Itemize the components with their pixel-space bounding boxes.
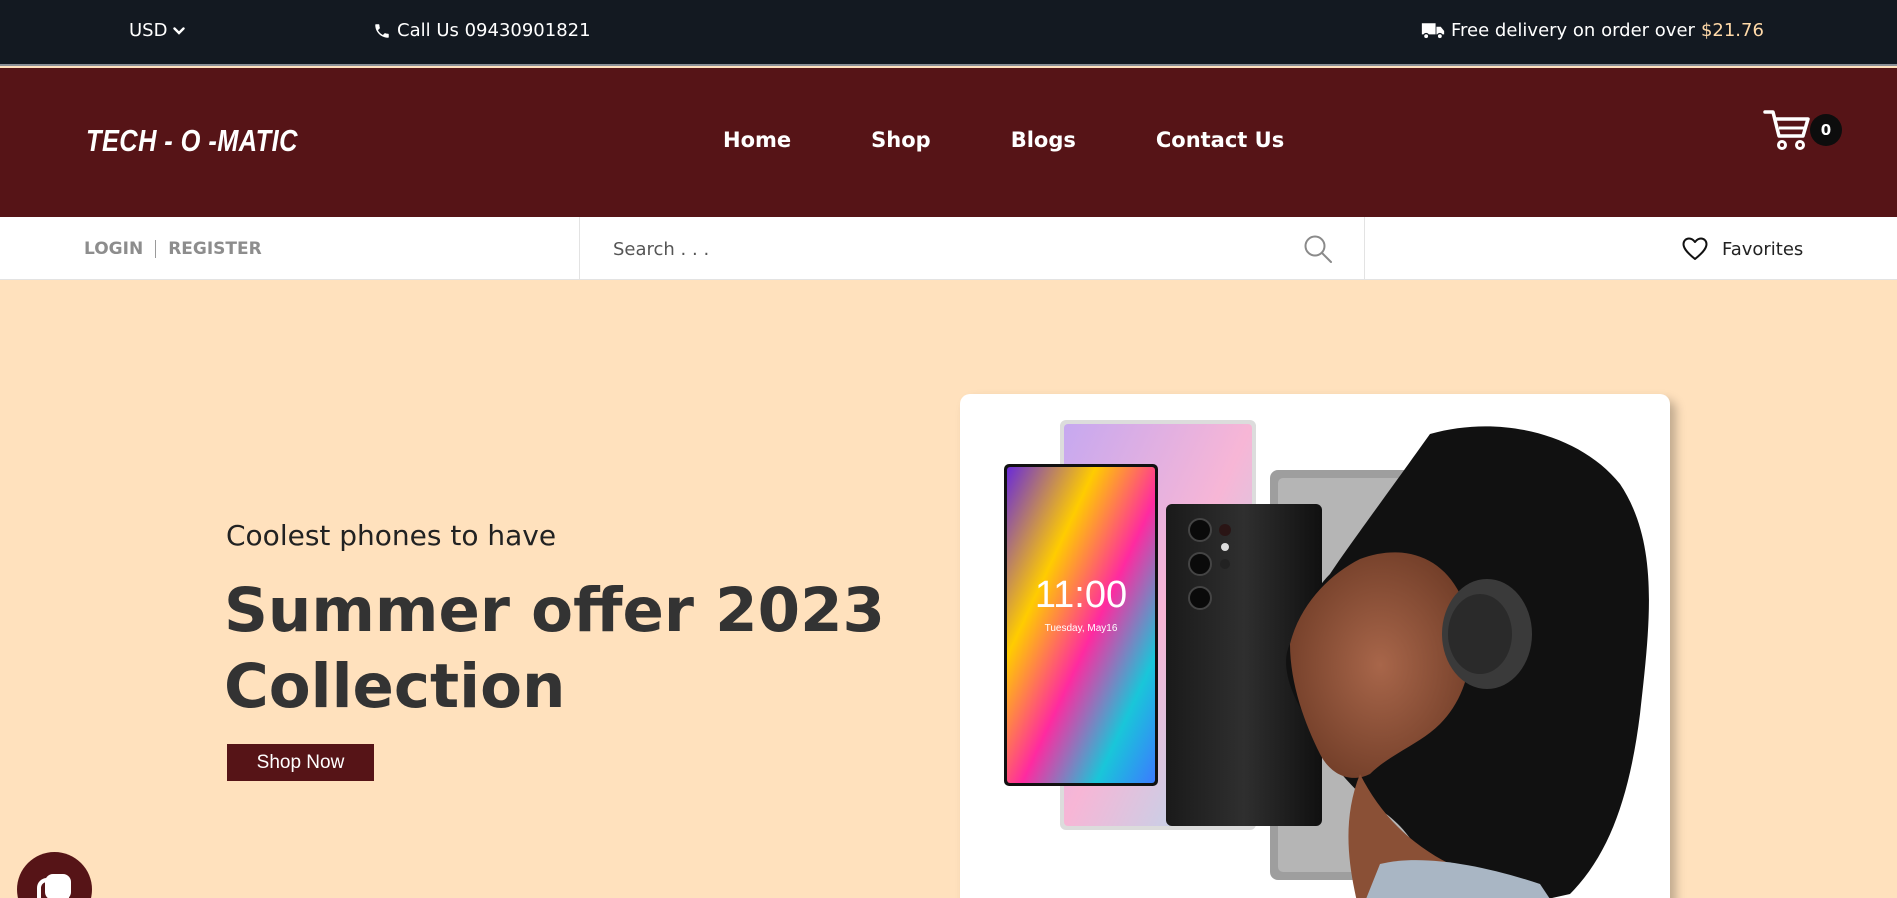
main-nav: Home Shop Blogs Contact Us xyxy=(723,128,1284,152)
favorites-link[interactable]: Favorites xyxy=(1682,237,1803,261)
currency-label: USD xyxy=(129,20,168,41)
nav-home[interactable]: Home xyxy=(723,128,791,152)
hero-title: Summer offer 2023 Collection xyxy=(224,575,885,722)
site-logo[interactable]: TECH - O -MATIC xyxy=(86,123,298,159)
register-link[interactable]: REGISTER xyxy=(168,239,262,259)
cart-button[interactable]: 0 xyxy=(1763,108,1853,158)
search-box xyxy=(579,217,1365,280)
chevron-down-icon xyxy=(173,26,186,35)
delivery-label: Free delivery on order over xyxy=(1451,20,1695,41)
cart-icon xyxy=(1763,110,1810,150)
phone-icon xyxy=(375,23,389,38)
top-bar: USD Call Us 09430901821 Free delivery on… xyxy=(0,0,1897,66)
chat-button[interactable] xyxy=(17,852,92,898)
favorites-label: Favorites xyxy=(1722,238,1804,260)
cart-count-badge: 0 xyxy=(1810,114,1842,146)
nav-contact-us[interactable]: Contact Us xyxy=(1156,128,1284,152)
hero-subtitle: Coolest phones to have xyxy=(226,519,557,552)
search-bar-row: LOGIN REGISTER Favorites xyxy=(0,217,1897,280)
truck-icon xyxy=(1421,22,1445,39)
call-us[interactable]: Call Us 09430901821 xyxy=(373,20,591,41)
nav-shop[interactable]: Shop xyxy=(871,128,931,152)
search-icon[interactable] xyxy=(1302,233,1334,265)
chat-icon xyxy=(37,874,71,898)
login-link[interactable]: LOGIN xyxy=(84,239,143,259)
call-us-label: Call Us 09430901821 xyxy=(397,20,591,41)
hero-illustration: 11:00 Tuesday, May16 xyxy=(1004,420,1649,898)
phone-date: Tuesday, May16 xyxy=(1045,623,1118,634)
heart-icon xyxy=(1682,237,1708,260)
phone-time: 11:00 xyxy=(1035,574,1127,616)
auth-links: LOGIN REGISTER xyxy=(84,239,262,259)
nav-blogs[interactable]: Blogs xyxy=(1011,128,1076,152)
divider xyxy=(155,240,157,258)
hero-image: 11:00 Tuesday, May16 xyxy=(960,394,1670,898)
delivery-amount: $21.76 xyxy=(1700,20,1764,41)
delivery-notice: Free delivery on order over $21.76 xyxy=(1421,20,1764,41)
main-header: TECH - O -MATIC Home Shop Blogs Contact … xyxy=(0,68,1897,217)
search-input[interactable] xyxy=(613,233,1273,265)
currency-selector[interactable]: USD xyxy=(129,20,186,41)
shop-now-button[interactable]: Shop Now xyxy=(227,744,374,781)
